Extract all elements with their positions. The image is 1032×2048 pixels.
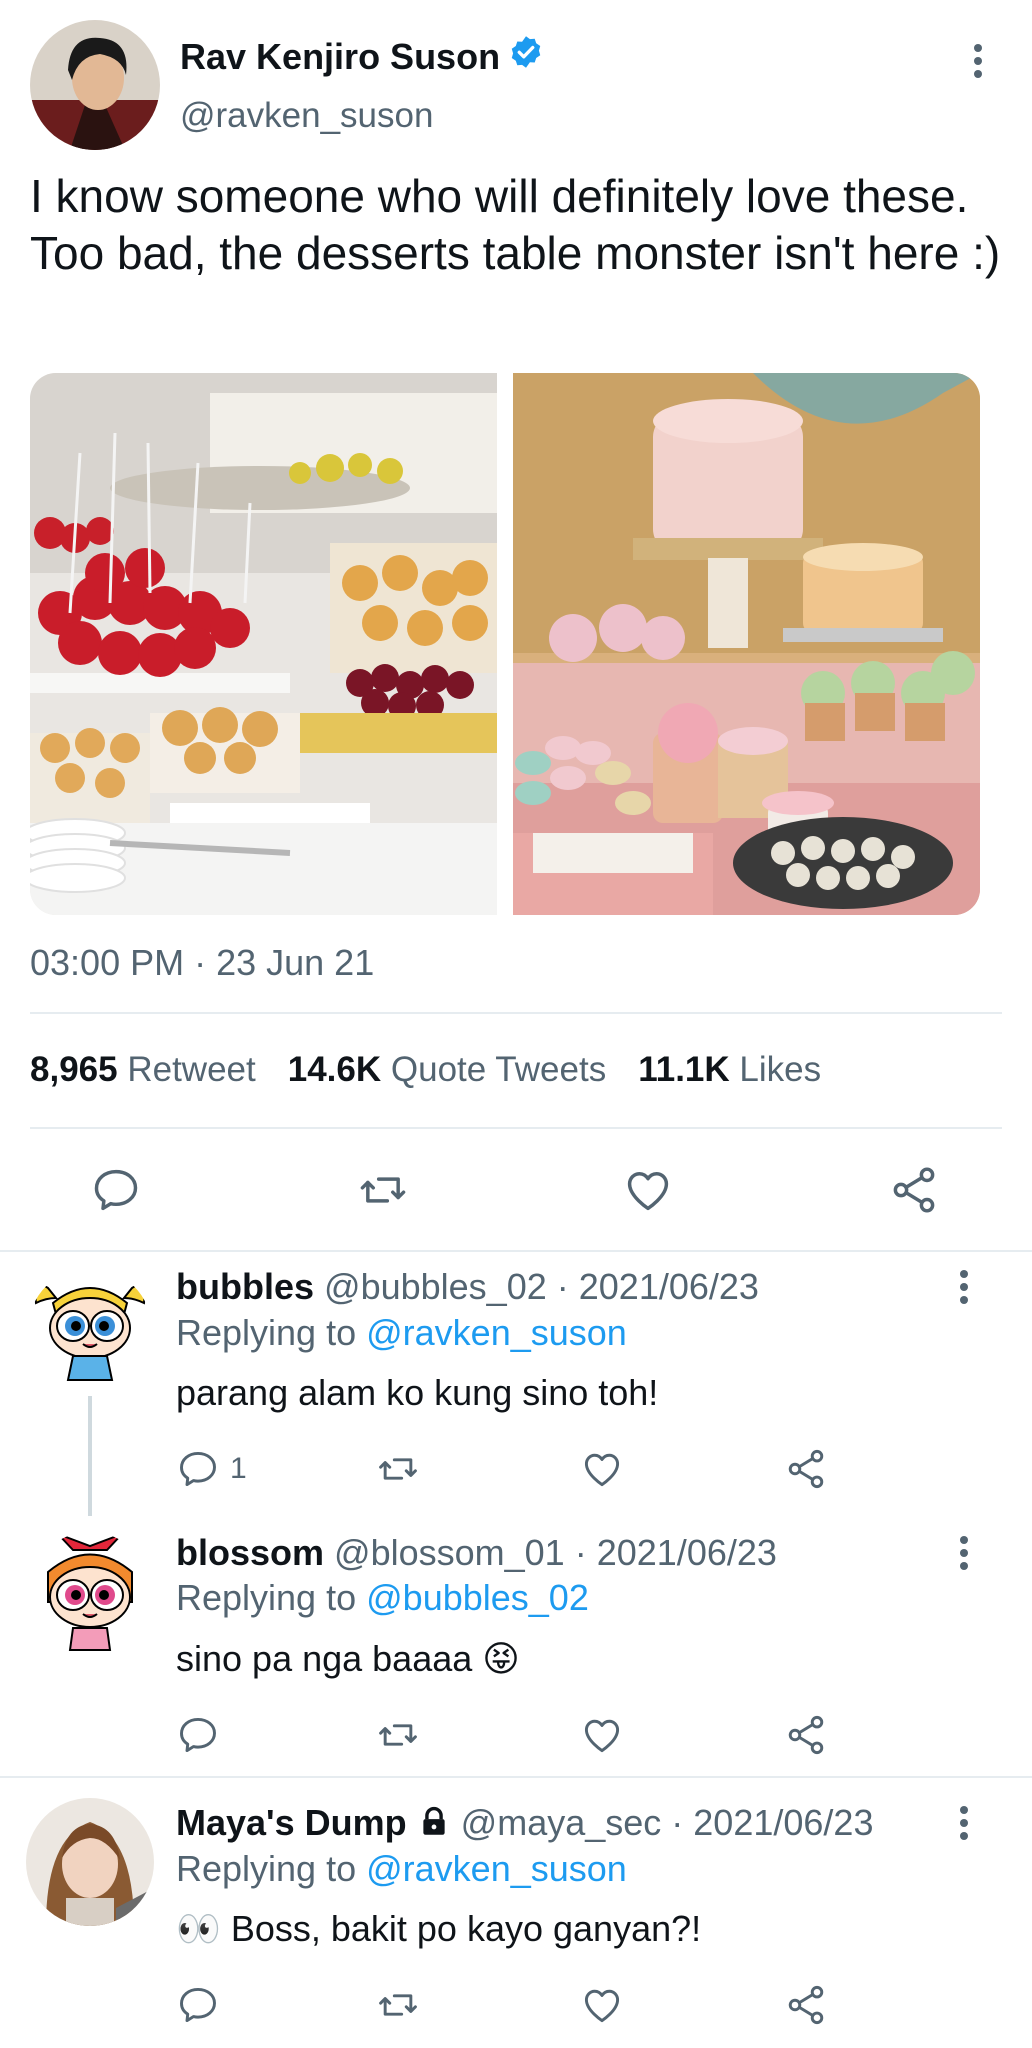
tweet-media: [30, 373, 980, 915]
tweet-stats: 8,965 Retweet 14.6K Quote Tweets 11.1K L…: [30, 1050, 821, 1090]
tweet-timestamp[interactable]: 03:00 PM · 23 Jun 21: [30, 942, 374, 984]
heart-icon: [584, 1453, 620, 1487]
reply-author-name[interactable]: Maya's Dump: [176, 1802, 407, 1843]
retweet-icon: [379, 1458, 417, 1480]
like-button[interactable]: [580, 1434, 624, 1504]
like-button[interactable]: [580, 1700, 624, 1770]
heart-icon: [584, 1989, 620, 2023]
reply-text: sino pa nga baaaa 😝: [176, 1638, 520, 1679]
retweets-stat[interactable]: 8,965 Retweet: [30, 1050, 256, 1090]
heart-icon: [627, 1172, 669, 1211]
reply-icon: [180, 1451, 216, 1487]
retweet-button[interactable]: [355, 1155, 411, 1225]
reply-button[interactable]: [176, 1970, 220, 2040]
share-icon: [788, 1985, 824, 2025]
reply-author-handle[interactable]: @bubbles_02: [324, 1266, 547, 1307]
share-icon: [788, 1715, 824, 1755]
reply-text: 👀 Boss, bakit po kayo ganyan?!: [176, 1908, 702, 1949]
share-button[interactable]: [784, 1970, 828, 2040]
share-icon: [788, 1449, 824, 1489]
author-name[interactable]: Rav Kenjiro Suson: [180, 34, 544, 79]
reply-avatar-blossom[interactable]: [28, 1532, 152, 1656]
reply-more-button[interactable]: [944, 1528, 984, 1578]
share-icon: [893, 1167, 935, 1213]
share-button[interactable]: [888, 1155, 940, 1225]
author-handle[interactable]: @ravken_suson: [180, 96, 433, 136]
reply-count: 1: [230, 1452, 247, 1485]
retweet-icon: [379, 1994, 417, 2016]
reply-author-name[interactable]: blossom: [176, 1532, 324, 1573]
replying-to-mention[interactable]: @bubbles_02: [366, 1577, 589, 1618]
reply-header: blossom @blossom_01 · 2021/06/23: [176, 1532, 777, 1574]
tweet-text: I know someone who will definitely love …: [30, 170, 1001, 279]
retweet-button[interactable]: [374, 1434, 422, 1504]
reply-icon: [180, 1717, 216, 1753]
reply-date: · 2021/06/23: [556, 1266, 759, 1307]
fruit-dessert-table-photo[interactable]: [30, 373, 497, 915]
reply-header: bubbles @bubbles_02 · 2021/06/23: [176, 1266, 759, 1308]
author-name-text[interactable]: Rav Kenjiro Suson: [180, 36, 500, 78]
tweet-action-bar: [0, 1155, 1032, 1225]
reply-button[interactable]: [90, 1155, 142, 1225]
reply-icon: [180, 1987, 216, 2023]
divider: [30, 1012, 1002, 1014]
reply-avatar-maya[interactable]: [26, 1798, 154, 1926]
reply-more-button[interactable]: [944, 1798, 984, 1848]
reply-avatar-bubbles[interactable]: [28, 1268, 152, 1392]
reply-date: · 2021/06/23: [671, 1802, 874, 1843]
like-button[interactable]: [622, 1155, 674, 1225]
share-button[interactable]: [784, 1700, 828, 1770]
reply-author-name[interactable]: bubbles: [176, 1266, 314, 1307]
replying-to: Replying to @ravken_suson: [176, 1312, 627, 1353]
retweet-button[interactable]: [374, 1700, 422, 1770]
reply-text: parang alam ko kung sino toh!: [176, 1372, 659, 1413]
replying-to-mention[interactable]: @ravken_suson: [366, 1848, 627, 1889]
reply-button[interactable]: [176, 1700, 220, 1770]
reply-more-button[interactable]: [944, 1262, 984, 1312]
lock-icon: [417, 1805, 451, 1848]
pink-cake-dessert-table-photo[interactable]: [513, 373, 980, 915]
like-button[interactable]: [580, 1970, 624, 2040]
reply-action-bar: [0, 1970, 1032, 2040]
reply-header: Maya's Dump @maya_sec · 2021/06/23: [176, 1802, 873, 1848]
reply-author-handle[interactable]: @blossom_01: [334, 1532, 565, 1573]
share-button[interactable]: [784, 1434, 828, 1504]
divider: [30, 1127, 1002, 1129]
more-dot-icon: [974, 44, 982, 52]
retweet-icon: [379, 1724, 417, 1746]
more-options-button[interactable]: [958, 36, 998, 86]
reply-action-bar: 1: [0, 1434, 1032, 1504]
likes-stat[interactable]: 11.1K Likes: [638, 1050, 821, 1090]
replying-to-mention[interactable]: @ravken_suson: [366, 1312, 627, 1353]
retweet-icon: [360, 1177, 406, 1203]
reply-date: · 2021/06/23: [574, 1532, 777, 1573]
reply-action-bar: [0, 1700, 1032, 1770]
author-avatar[interactable]: [30, 20, 160, 150]
reply-author-handle[interactable]: @maya_sec: [461, 1802, 662, 1843]
reply-button[interactable]: 1: [176, 1434, 247, 1504]
divider: [0, 1250, 1032, 1252]
divider: [0, 1776, 1032, 1778]
replying-to: Replying to @bubbles_02: [176, 1577, 589, 1618]
verified-badge-icon: [508, 34, 544, 79]
reply-icon: [94, 1169, 138, 1211]
heart-icon: [584, 1719, 620, 1753]
replying-to: Replying to @ravken_suson: [176, 1848, 627, 1889]
quote-tweets-stat[interactable]: 14.6K Quote Tweets: [288, 1050, 606, 1090]
retweet-button[interactable]: [374, 1970, 422, 2040]
